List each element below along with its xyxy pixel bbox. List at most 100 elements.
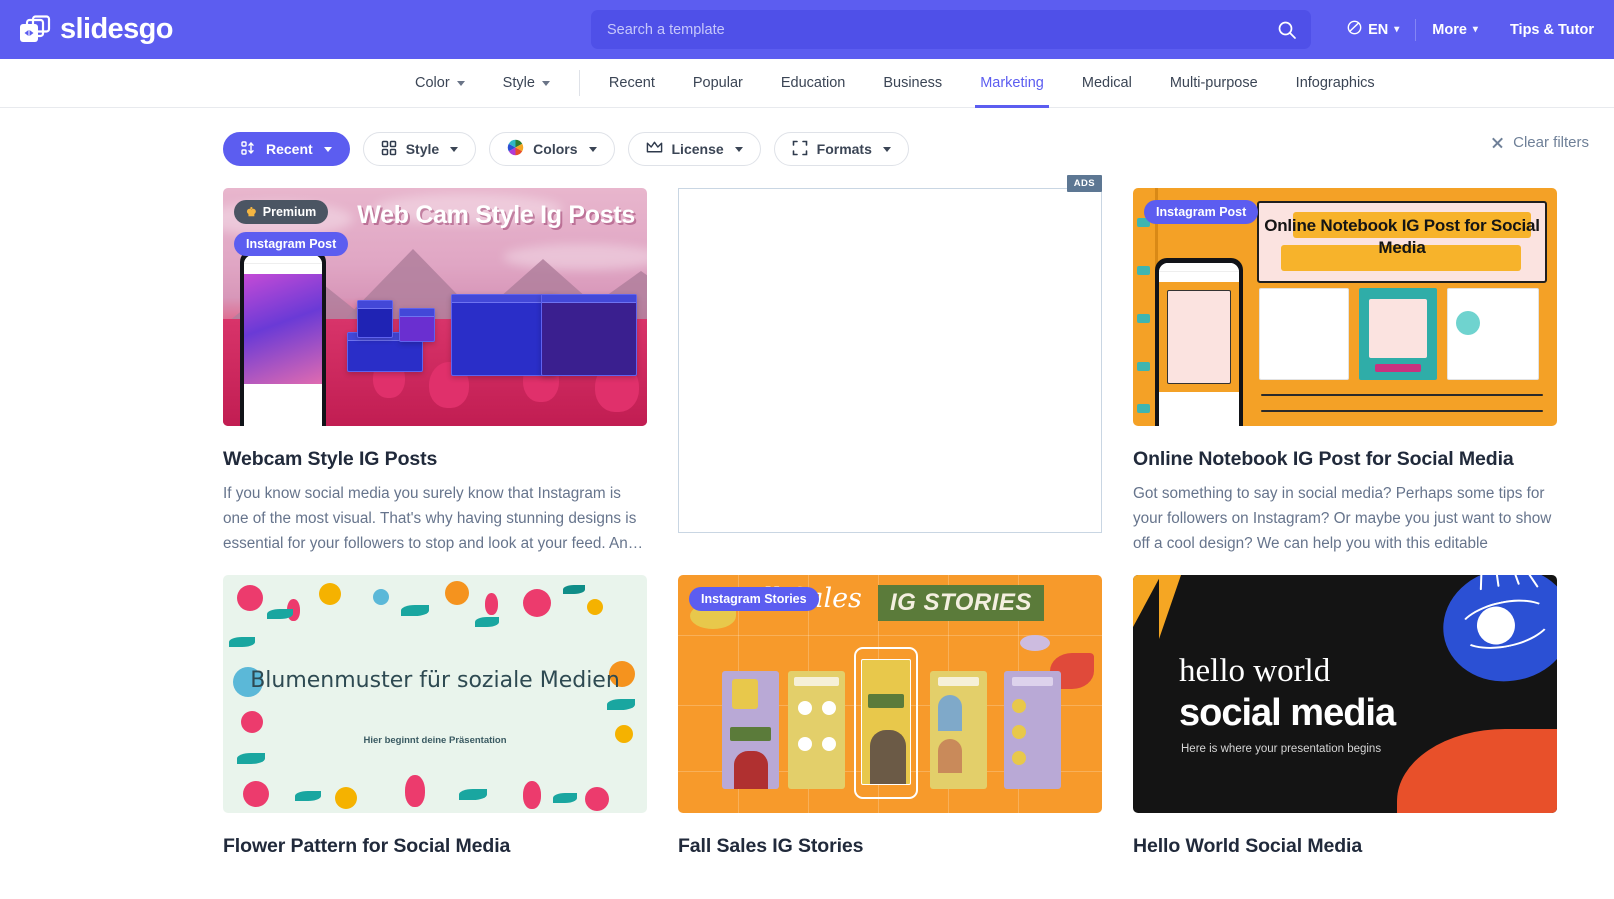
thumbnail-subheading: Hier beginnt deine Präsentation: [363, 735, 507, 747]
thumbnail-slide: [1447, 288, 1539, 380]
nav-divider: [578, 70, 580, 96]
phone-mockup: [854, 647, 918, 800]
thumbnail-slide: [788, 671, 845, 790]
color-wheel-icon: [507, 139, 524, 159]
filter-license-label: License: [671, 141, 724, 157]
tips-label: Tips & Tutor: [1509, 21, 1594, 38]
lightning-shape: [1159, 575, 1199, 640]
orange-blob: [1397, 729, 1557, 814]
phone-mockup: [1155, 258, 1243, 426]
thumbnail-slide: [541, 294, 637, 376]
filter-license[interactable]: License: [627, 132, 761, 166]
card-title: Fall Sales IG Stories: [678, 835, 864, 858]
thumbnail-subheading: Here is where your presentation begins: [1181, 743, 1382, 756]
template-type-label: Instagram Post: [246, 237, 337, 251]
thumbnail-heading2: social media: [1179, 692, 1396, 735]
filter-formats-label: Formats: [816, 141, 872, 157]
nav-link-marketing[interactable]: Marketing: [961, 59, 1063, 108]
chevron-down-icon: ▾: [1472, 24, 1478, 35]
nav-link-recent[interactable]: Recent: [590, 59, 674, 107]
thumbnail-slide: [1359, 288, 1437, 380]
template-card[interactable]: Web Cam Style Ig Posts ♚ Premium Instagr…: [223, 188, 647, 557]
crown-icon: [646, 140, 663, 158]
nav-link-multi-purpose[interactable]: Multi-purpose: [1151, 59, 1277, 107]
filter-formats[interactable]: Formats: [773, 132, 909, 166]
chevron-down-icon: ▾: [1394, 24, 1400, 35]
top-header: slidesgo EN ▾ More: [0, 0, 1614, 59]
template-card[interactable]: Fall Sales IG STORIES: [678, 575, 1102, 858]
thumbnail-slide: [1259, 288, 1349, 380]
card-description: If you know social media you surely know…: [223, 485, 644, 552]
crop-frame-icon: [792, 140, 808, 159]
filter-colors[interactable]: Colors: [489, 132, 615, 166]
thumbnail-heading: Web Cam Style Ig Posts: [357, 201, 635, 229]
header-actions: EN ▾ More ▾ Tips & Tutor: [1331, 0, 1614, 59]
thumbnail-slide: [357, 300, 393, 338]
template-type-label: Instagram Stories: [701, 592, 807, 607]
card-title: Webcam Style IG Posts: [223, 448, 438, 470]
chevron-down-icon: [541, 80, 550, 86]
template-card[interactable]: Online Notebook IG Post for Social Media: [1133, 188, 1557, 557]
more-label: More: [1432, 21, 1467, 38]
language-selector[interactable]: EN ▾: [1331, 20, 1415, 39]
filter-style[interactable]: Style: [362, 132, 477, 166]
card-title: Hello World Social Media: [1133, 835, 1363, 858]
template-thumbnail[interactable]: hello world social media Here is where y…: [1133, 575, 1557, 814]
chevron-down-icon: [456, 80, 465, 86]
chevron-down-icon: [734, 146, 743, 152]
premium-badge: ♚ Premium: [234, 200, 329, 224]
template-card[interactable]: hello world social media Here is where y…: [1133, 575, 1557, 858]
search-input[interactable]: [607, 21, 1277, 38]
thumbnail-heading2: IG STORIES: [878, 585, 1044, 622]
nav-dropdown-color-label: Color: [415, 75, 450, 91]
nav-link-popular[interactable]: Popular: [674, 59, 762, 107]
search-icon[interactable]: [1277, 20, 1297, 40]
premium-badge-label: Premium: [262, 205, 317, 219]
close-x-icon: [1491, 136, 1504, 149]
template-thumbnail[interactable]: Web Cam Style Ig Posts ♚ Premium Instagr…: [223, 188, 647, 426]
nav-link-infographics[interactable]: Infographics: [1277, 59, 1394, 107]
ad-placeholder[interactable]: [678, 188, 1102, 533]
category-navbar: Color Style Recent Popular Education Bus…: [0, 59, 1614, 108]
tips-tutorials-link[interactable]: Tips & Tutor: [1494, 22, 1610, 38]
globe-icon: [1347, 20, 1362, 39]
nav-dropdown-style-label: Style: [502, 75, 535, 91]
nav-dropdown-color[interactable]: Color: [396, 59, 484, 107]
card-description: Got something to say in social media? Pe…: [1133, 485, 1552, 552]
grid-icon: [381, 140, 397, 159]
thumbnail-slide: [399, 308, 435, 342]
template-card[interactable]: Blumenmuster für soziale Medien Hier beg…: [223, 575, 647, 858]
nav-link-medical[interactable]: Medical: [1063, 59, 1151, 107]
more-menu[interactable]: More ▾: [1416, 22, 1494, 38]
chevron-down-icon: [882, 146, 891, 152]
filter-recent[interactable]: Recent: [223, 132, 350, 166]
thumbnail-header-box: Online Notebook IG Post for Social Media: [1257, 201, 1547, 283]
clear-filters-button[interactable]: Clear filters: [1491, 134, 1589, 151]
slidesgo-logo[interactable]: slidesgo: [18, 15, 173, 45]
clear-filters-label: Clear filters: [1513, 134, 1589, 151]
thumbnail-slide: [1004, 671, 1061, 790]
eye-illustration: [1435, 575, 1557, 690]
template-type-badge: Instagram Post: [234, 232, 349, 256]
filter-recent-label: Recent: [266, 141, 313, 157]
phone-mockup: [240, 250, 326, 426]
language-label: EN: [1368, 21, 1389, 38]
template-type-label: Instagram Post: [1156, 205, 1247, 219]
filter-colors-label: Colors: [533, 141, 578, 157]
template-thumbnail[interactable]: Fall Sales IG STORIES: [678, 575, 1102, 814]
nav-link-education[interactable]: Education: [762, 59, 865, 107]
nav-link-business[interactable]: Business: [864, 59, 961, 107]
chevron-down-icon: [323, 146, 332, 152]
template-thumbnail[interactable]: Blumenmuster für soziale Medien Hier beg…: [223, 575, 647, 814]
filter-bar: Recent Style Colors License Formats Clea…: [0, 108, 1614, 166]
template-type-badge: Instagram Stories: [689, 587, 819, 612]
thumbnail-heading: Online Notebook IG Post for Social Media: [1264, 216, 1540, 257]
ads-badge: ADS: [1066, 175, 1102, 192]
template-thumbnail[interactable]: Online Notebook IG Post for Social Media: [1133, 188, 1557, 426]
thumbnail-heading: hello world: [1179, 653, 1331, 690]
template-type-badge: Instagram Post: [1144, 200, 1259, 224]
chevron-down-icon: [450, 146, 459, 152]
nav-dropdown-style[interactable]: Style: [484, 59, 569, 107]
search-bar[interactable]: [591, 10, 1311, 49]
card-title: Flower Pattern for Social Media: [223, 835, 511, 858]
